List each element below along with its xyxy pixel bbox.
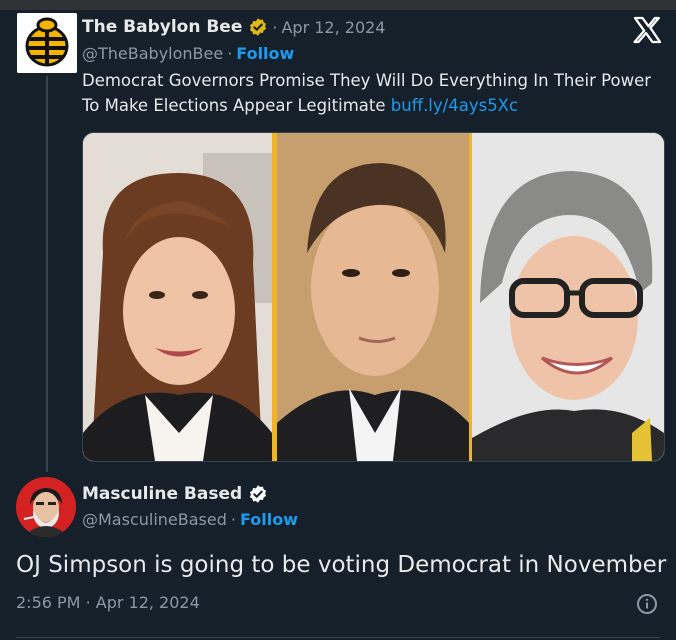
top-bar (0, 0, 676, 10)
tweet-time: 2:56 PM (16, 593, 81, 612)
separator-dot: · (230, 510, 236, 529)
babylon-bee-avatar[interactable] (17, 13, 77, 73)
quoted-handle[interactable]: @TheBabylonBee (82, 44, 223, 63)
bottom-divider (16, 637, 660, 638)
quoted-tweet-text: Democrat Governors Promise They Will Do … (82, 68, 662, 118)
quoted-link[interactable]: buff.ly/4ays5Xc (391, 96, 518, 115)
separator-dot: · (272, 17, 278, 37)
bee-logo-icon (17, 13, 77, 73)
photo-panel-left (83, 133, 272, 461)
masculine-based-avatar[interactable] (16, 477, 76, 537)
separator-dot: · (85, 593, 91, 612)
quoted-date[interactable]: Apr 12, 2024 (281, 18, 385, 37)
tweet-media-image[interactable] (82, 132, 665, 462)
main-handle[interactable]: @MasculineBased (82, 510, 227, 529)
verified-badge-icon (250, 18, 267, 36)
follow-button[interactable]: Follow (240, 510, 298, 529)
follow-button[interactable]: Follow (236, 44, 294, 63)
info-icon[interactable] (636, 593, 658, 615)
main-author-name[interactable]: Masculine Based (82, 484, 242, 504)
x-logo-icon[interactable] (632, 16, 662, 44)
main-tweet-text: OJ Simpson is going to be voting Democra… (16, 552, 667, 578)
tweet-date: Apr 12, 2024 (95, 593, 200, 612)
photo-panel-right (472, 133, 664, 461)
avatar-illustration-icon (16, 477, 76, 537)
separator-dot: · (227, 44, 233, 63)
photo-panel-center (277, 133, 469, 461)
main-handle-row: @MasculineBased · Follow (82, 510, 298, 529)
verified-badge-icon (250, 485, 267, 503)
thread-line (46, 76, 48, 472)
quoted-author-row: The Babylon Bee · Apr 12, 2024 (82, 15, 385, 39)
quoted-handle-row: @TheBabylonBee · Follow (82, 44, 294, 63)
quoted-author-name[interactable]: The Babylon Bee (82, 17, 242, 37)
tweet-timestamp[interactable]: 2:56 PM · Apr 12, 2024 (16, 593, 200, 612)
quoted-text: Democrat Governors Promise They Will Do … (82, 71, 652, 115)
main-author-row: Masculine Based (82, 482, 268, 506)
